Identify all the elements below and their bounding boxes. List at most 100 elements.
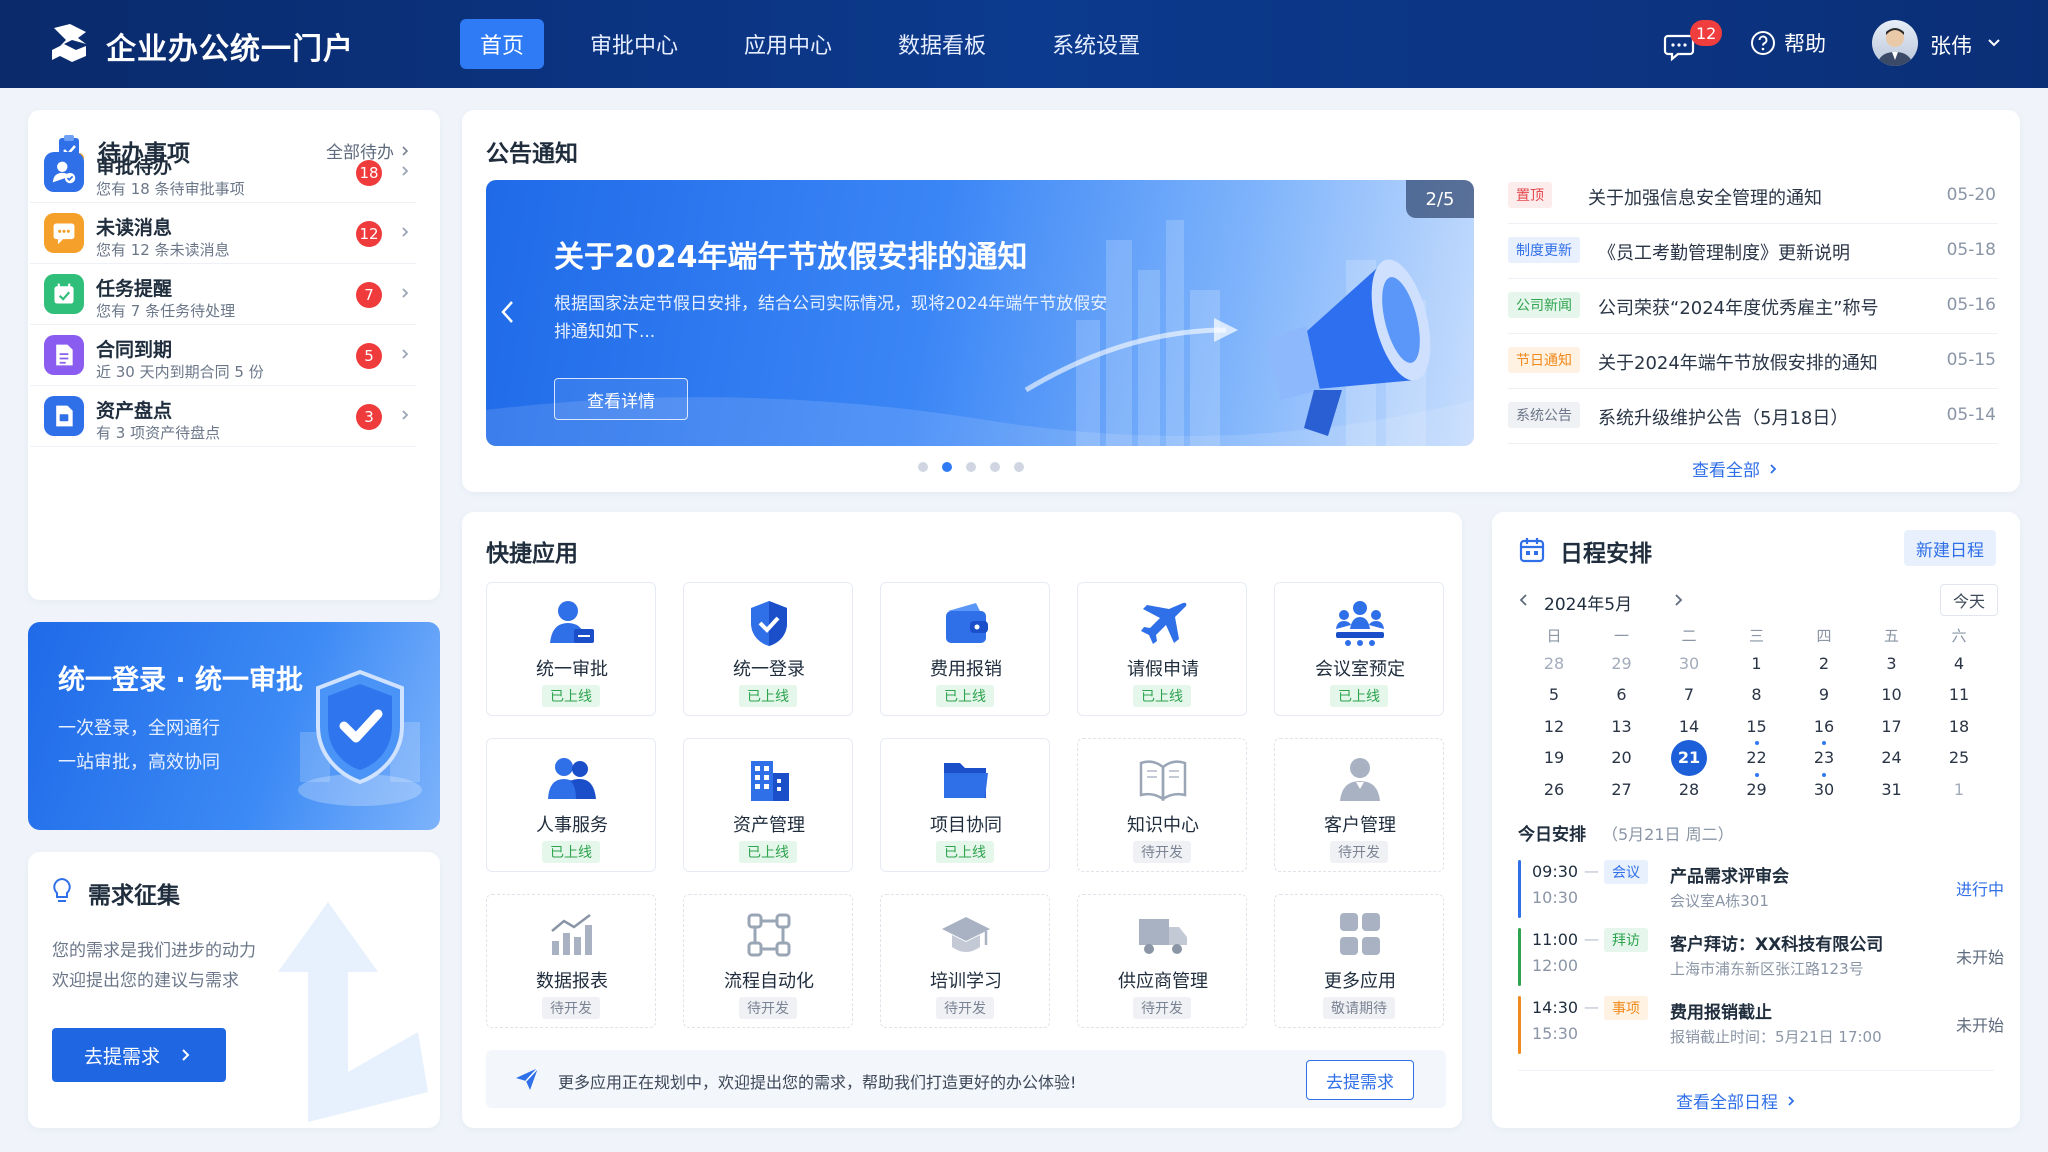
schedule-event[interactable]: 14:30 15:30 — 事项 费用报销截止 报销截止时间：5月21日 17:00 未开始 [1518, 992, 2004, 1058]
next-month-chevron-icon[interactable] [1672, 592, 1686, 608]
announcement-item[interactable]: 系统公告 系统升级维护公告（5月18日） 05-14 [1508, 388, 1998, 444]
calendar-day[interactable]: 23 [1802, 743, 1846, 773]
app-tile[interactable]: 知识中心 待开发 [1077, 738, 1247, 872]
todo-item-title: 审批待办 [96, 156, 173, 178]
meeting-icon [1334, 599, 1386, 647]
calendar-day[interactable]: 12 [1532, 711, 1576, 741]
app-tile[interactable]: 会议室预定 已上线 [1274, 582, 1444, 716]
calendar-day[interactable]: 19 [1532, 743, 1576, 773]
calendar-day[interactable]: 26 [1532, 774, 1576, 804]
calendar-day[interactable]: 29 [1600, 648, 1644, 678]
submit-demand-button[interactable]: 去提需求 [52, 1028, 226, 1082]
banner-dot[interactable] [1014, 462, 1024, 472]
calendar-day[interactable]: 2 [1802, 648, 1846, 678]
app-status-tag: 已上线 [936, 841, 994, 863]
user-name[interactable]: 张伟 [1930, 30, 1972, 60]
app-tile[interactable]: 统一登录 已上线 [683, 582, 853, 716]
calendar-day[interactable]: 5 [1532, 680, 1576, 710]
app-tile[interactable]: 人事服务 已上线 [486, 738, 656, 872]
app-tile[interactable]: 数据报表 待开发 [486, 894, 656, 1028]
todo-item[interactable]: 合同到期近 30 天内到期合同 5 份 5 [30, 325, 416, 386]
calendar-day[interactable]: 1 [1735, 648, 1779, 678]
calendar-day[interactable]: 24 [1870, 743, 1914, 773]
calendar-day[interactable]: 8 [1735, 680, 1779, 710]
app-tile[interactable]: 更多应用 敬请期待 [1274, 894, 1444, 1028]
calendar-day[interactable]: 17 [1870, 711, 1914, 741]
todo-item[interactable]: 任务提醒 您有 7 条任务待处理 7 [30, 264, 416, 325]
calendar-day[interactable]: 27 [1600, 774, 1644, 804]
today-agenda-label: 今日安排 [1518, 825, 1586, 845]
app-tile[interactable]: 供应商管理 待开发 [1077, 894, 1247, 1028]
calendar-day[interactable]: 16 [1802, 711, 1846, 741]
app-tile[interactable]: 客户管理 待开发 [1274, 738, 1444, 872]
calendar-day[interactable]: 1 [1937, 774, 1981, 804]
nav-item-2[interactable]: 应用中心 [724, 19, 852, 69]
chevron-down-icon[interactable] [1986, 34, 2002, 50]
announcement-view-all-link[interactable]: 查看全部 [1692, 456, 1780, 481]
event-type-tag: 事项 [1604, 996, 1648, 1020]
app-name: 统一登录 [733, 659, 805, 680]
help-link[interactable]: 帮助 [1750, 28, 1826, 58]
schedule-event[interactable]: 09:30 10:30 — 会议 产品需求评审会 会议室A栋301 进行中 [1518, 856, 2004, 922]
announcement-item[interactable]: 节日通知 关于2024年端午节放假安排的通知 05-15 [1508, 333, 1998, 389]
banner-dot[interactable] [918, 462, 928, 472]
calendar-day[interactable]: 14 [1667, 711, 1711, 741]
schedule-event[interactable]: 11:00 12:00 — 拜访 客户拜访：XX科技有限公司 上海市浦东新区张江路123号… [1518, 924, 2004, 990]
calendar-day[interactable]: 4 [1937, 648, 1981, 678]
banner-dot[interactable] [942, 462, 952, 472]
banner-dot[interactable] [966, 462, 976, 472]
nav-item-3[interactable]: 数据看板 [878, 19, 1006, 69]
apps-submit-demand-button[interactable]: 去提需求 [1306, 1060, 1414, 1100]
banner-prev-chevron-icon[interactable] [498, 298, 518, 326]
calendar-day[interactable]: 11 [1937, 680, 1981, 710]
prev-month-chevron-icon[interactable] [1516, 592, 1530, 608]
todo-item[interactable]: 未读消息 您有 12 条未读消息 12 [30, 203, 416, 264]
app-tile[interactable]: 请假申请 已上线 [1077, 582, 1247, 716]
nav-item-1[interactable]: 审批中心 [570, 19, 698, 69]
app-tile[interactable]: 培训学习 待开发 [880, 894, 1050, 1028]
calendar-day[interactable]: 28 [1667, 774, 1711, 804]
calendar-day[interactable]: 22 [1735, 743, 1779, 773]
today-button[interactable]: 今天 [1940, 584, 1998, 616]
calendar-day[interactable]: 30 [1802, 774, 1846, 804]
todo-item[interactable]: 审批待办 您有 18 条待审批事项 18 [30, 142, 416, 203]
workflow-icon [743, 911, 795, 959]
announcement-banner[interactable]: 关于2024年端午节放假安排的通知 根据国家法定节假日安排，结合公司实际情况，现… [486, 180, 1474, 446]
schedule-view-all-link[interactable]: 查看全部日程 [1676, 1088, 1798, 1113]
calendar-day[interactable]: 13 [1600, 711, 1644, 741]
calendar-day[interactable]: 6 [1600, 680, 1644, 710]
calendar-day[interactable]: 7 [1667, 680, 1711, 710]
app-tile[interactable]: 流程自动化 待开发 [683, 894, 853, 1028]
app-tile[interactable]: 项目协同 已上线 [880, 738, 1050, 872]
app-status-tag: 已上线 [936, 685, 994, 707]
calendar-day[interactable]: 10 [1870, 680, 1914, 710]
user-avatar[interactable] [1872, 20, 1918, 66]
banner-detail-button[interactable]: 查看详情 [554, 378, 688, 420]
app-tile[interactable]: 资产管理 已上线 [683, 738, 853, 872]
brand-logo-icon[interactable] [46, 20, 92, 66]
nav-item-0[interactable]: 首页 [460, 19, 545, 69]
calendar-day[interactable]: 29 [1735, 774, 1779, 804]
todo-item[interactable]: 资产盘点有 3 项资产待盘点 3 [30, 386, 416, 447]
announcement-item[interactable]: 公司新闻 公司荣获“2024年度优秀雇主”称号 05-16 [1508, 278, 1998, 334]
app-tile[interactable]: 费用报销 已上线 [880, 582, 1050, 716]
calendar-day[interactable]: 28 [1532, 648, 1576, 678]
banner-dot[interactable] [990, 462, 1000, 472]
todo-item-subtitle: 您有 7 条任务待处理 [96, 302, 236, 320]
calendar-day[interactable]: 30 [1667, 648, 1711, 678]
new-schedule-button[interactable]: 新建日程 [1904, 530, 1996, 566]
app-tile[interactable]: 统一审批 已上线 [486, 582, 656, 716]
calendar-day[interactable]: 31 [1870, 774, 1914, 804]
calendar-day[interactable]: 3 [1870, 648, 1914, 678]
calendar-day[interactable]: 18 [1937, 711, 1981, 741]
announcement-item[interactable]: 制度更新 《员工考勤管理制度》更新说明 05-18 [1508, 223, 1998, 279]
calendar-today[interactable]: 21 [1671, 739, 1707, 776]
calendar-day[interactable]: 9 [1802, 680, 1846, 710]
announcement-item[interactable]: 置顶 关于加强信息安全管理的通知 05-20 [1508, 168, 1998, 224]
calendar-day[interactable]: 15 [1735, 711, 1779, 741]
calendar-day[interactable]: 20 [1600, 743, 1644, 773]
nav-item-4[interactable]: 系统设置 [1032, 19, 1160, 69]
calendar-day[interactable]: 25 [1937, 743, 1981, 773]
calendar-weekday: 六 [1951, 626, 1967, 645]
demand-line1: 您的需求是我们进步的动力 [52, 941, 256, 961]
